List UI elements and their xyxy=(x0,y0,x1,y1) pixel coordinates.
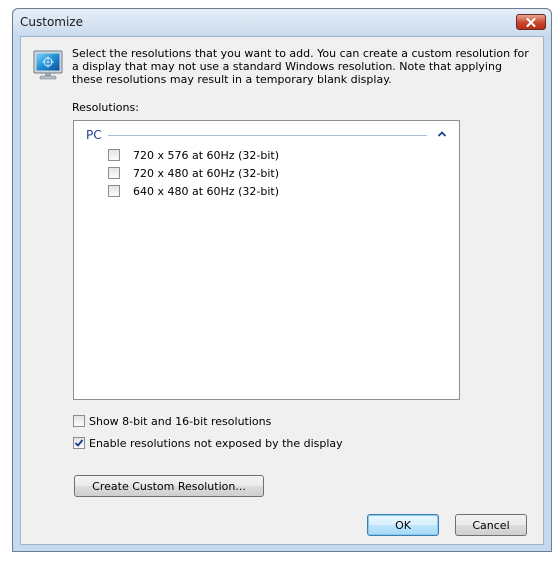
ok-button[interactable]: OK xyxy=(367,514,439,536)
resolution-checkbox[interactable] xyxy=(108,185,120,197)
resolutions-list[interactable]: PC 720 x 576 at 60Hz (32-bit) 720 x 480 … xyxy=(73,120,460,400)
description-text: Select the resolutions that you want to … xyxy=(72,47,529,86)
resolution-checkbox[interactable] xyxy=(108,149,120,161)
chevron-up-icon[interactable] xyxy=(437,130,447,138)
close-icon xyxy=(526,17,536,27)
monitor-icon xyxy=(33,50,63,80)
group-title: PC xyxy=(86,128,102,142)
resolution-checkbox[interactable] xyxy=(108,167,120,179)
cancel-button[interactable]: Cancel xyxy=(455,514,527,536)
resolution-item[interactable]: 640 x 480 at 60Hz (32-bit) xyxy=(108,184,279,198)
title-bar[interactable]: Customize xyxy=(13,9,551,35)
enable-unexposed-option[interactable]: Enable resolutions not exposed by the di… xyxy=(73,436,343,450)
resolution-item[interactable]: 720 x 576 at 60Hz (32-bit) xyxy=(108,148,279,162)
window-title: Customize xyxy=(20,15,83,29)
checkmark-icon xyxy=(74,439,84,447)
enable-unexposed-checkbox[interactable] xyxy=(73,437,85,449)
close-button[interactable] xyxy=(516,14,546,30)
customize-dialog: Customize Select the resolutions that yo… xyxy=(12,8,552,552)
dialog-content: Select the resolutions that you want to … xyxy=(20,36,544,545)
resolution-label: 640 x 480 at 60Hz (32-bit) xyxy=(133,184,279,198)
group-divider xyxy=(108,135,427,136)
show-8-16-bit-checkbox[interactable] xyxy=(73,415,85,427)
resolution-label: 720 x 480 at 60Hz (32-bit) xyxy=(133,166,279,180)
create-custom-resolution-button[interactable]: Create Custom Resolution... xyxy=(74,475,264,497)
resolution-item[interactable]: 720 x 480 at 60Hz (32-bit) xyxy=(108,166,279,180)
show-8-16-bit-option[interactable]: Show 8-bit and 16-bit resolutions xyxy=(73,414,271,428)
group-header-pc[interactable]: PC xyxy=(86,128,449,142)
enable-unexposed-label: Enable resolutions not exposed by the di… xyxy=(89,436,343,450)
resolutions-label: Resolutions: xyxy=(72,101,139,114)
show-8-16-bit-label: Show 8-bit and 16-bit resolutions xyxy=(89,414,272,428)
resolution-label: 720 x 576 at 60Hz (32-bit) xyxy=(133,148,279,162)
